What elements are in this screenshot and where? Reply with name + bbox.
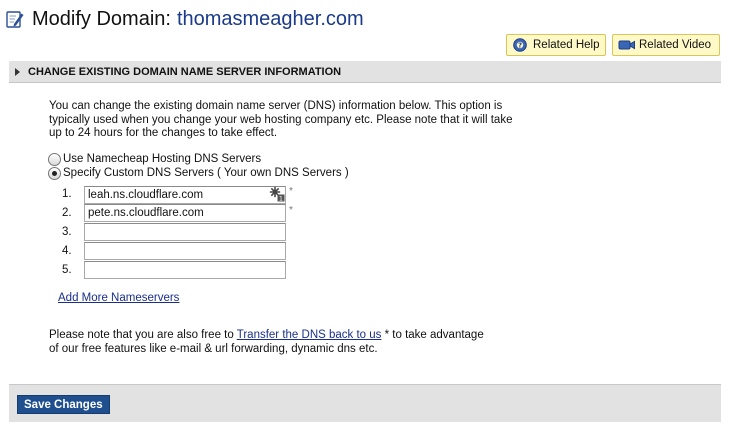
related-video-button[interactable]: Related Video — [612, 34, 720, 56]
nameserver-row: 4. — [62, 242, 286, 260]
nameserver-number: 3. — [62, 226, 72, 238]
nameserver-row: 2. * — [62, 204, 293, 222]
nameserver-number: 5. — [62, 264, 72, 276]
nameserver-2-input[interactable] — [84, 204, 286, 222]
nameserver-row: 3. — [62, 223, 286, 241]
nameserver-number: 4. — [62, 245, 72, 257]
nameserver-5-input[interactable] — [84, 261, 286, 279]
svg-text:1: 1 — [279, 194, 283, 202]
intro-text: You can change the existing domain name … — [49, 100, 513, 139]
related-video-label: Related Video — [639, 39, 712, 51]
add-more-nameservers-link[interactable]: Add More Nameservers — [58, 292, 179, 304]
custom-dns-radio[interactable] — [48, 166, 61, 180]
hosting-dns-option[interactable]: Use Namecheap Hosting DNS Servers — [48, 152, 261, 166]
nameserver-row: 1. 1 * — [62, 185, 293, 204]
custom-dns-option[interactable]: Specify Custom DNS Servers ( Your own DN… — [48, 166, 349, 180]
nameserver-4-input[interactable] — [84, 242, 286, 260]
collapse-triangle-icon — [15, 67, 20, 76]
nameserver-1-input[interactable] — [84, 185, 286, 204]
section-title: CHANGE EXISTING DOMAIN NAME SERVER INFOR… — [28, 65, 342, 78]
transfer-note: Please note that you are also free to Tr… — [49, 329, 489, 356]
section-header[interactable]: CHANGE EXISTING DOMAIN NAME SERVER INFOR… — [9, 61, 721, 83]
page-header: Modify Domain: thomasmeagher.com — [6, 6, 364, 32]
transfer-dns-link[interactable]: Transfer the DNS back to us — [237, 329, 382, 341]
nameserver-number: 2. — [62, 207, 72, 219]
nameserver-3-input[interactable] — [84, 223, 286, 241]
footer-bar: Save Changes — [9, 384, 721, 422]
custom-dns-label: Specify Custom DNS Servers ( Your own DN… — [63, 167, 349, 179]
nameserver-number: 1. — [62, 188, 72, 200]
related-help-label: Related Help — [533, 39, 600, 51]
edit-pencil-icon — [6, 10, 24, 28]
save-changes-button[interactable]: Save Changes — [17, 395, 110, 414]
video-camera-icon — [618, 38, 635, 52]
required-marker: * — [289, 204, 293, 216]
related-help-button[interactable]: ? Related Help — [506, 34, 606, 56]
svg-text:?: ? — [518, 42, 522, 50]
hosting-dns-label: Use Namecheap Hosting DNS Servers — [63, 153, 262, 165]
help-icon: ? — [512, 38, 528, 52]
hosting-dns-radio[interactable] — [48, 152, 61, 166]
keypad-icon[interactable]: 1 — [269, 186, 285, 202]
nameserver-row: 5. — [62, 261, 286, 279]
note-text-before: Please note that you are also free to — [49, 329, 237, 341]
page-title: Modify Domain: — [32, 7, 171, 30]
required-marker: * — [289, 185, 293, 197]
domain-name: thomasmeagher.com — [176, 7, 364, 30]
